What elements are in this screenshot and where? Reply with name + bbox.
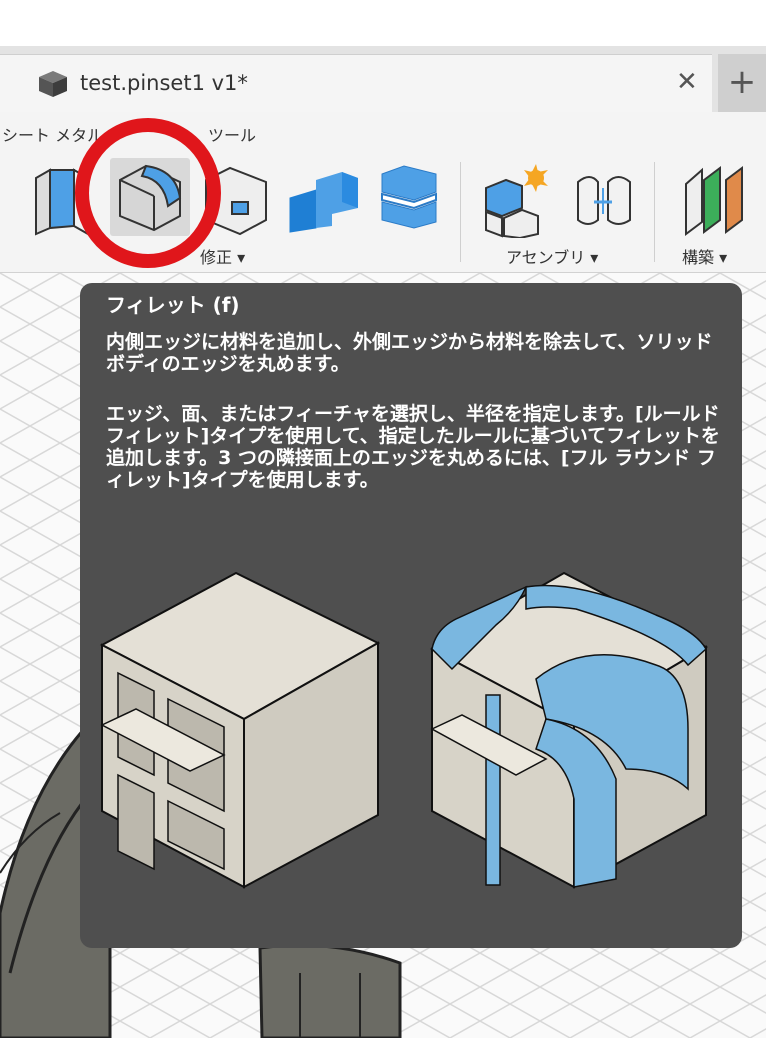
new-tab-button[interactable]: +: [718, 54, 766, 112]
red-annotation-circle: [75, 118, 221, 268]
tooltip-title: フィレット (f): [106, 293, 240, 317]
cube-before-illustration: [99, 571, 381, 889]
document-tab[interactable]: test.pinset1 v1* ✕: [0, 54, 712, 113]
combine-icon[interactable]: [286, 168, 362, 234]
fillet-tooltip: フィレット (f) 内側エッジに材料を追加し、外側エッジから材料を除去して、ソリ…: [80, 283, 742, 948]
offset-plane-icon[interactable]: [680, 164, 766, 238]
close-tab-icon[interactable]: ✕: [676, 67, 698, 97]
rigid-group-icon[interactable]: [570, 168, 636, 234]
model-cube-icon: [39, 71, 67, 97]
assemble-group-label[interactable]: アセンブリ ▾: [506, 244, 598, 268]
cube-after-illustration: [429, 571, 709, 889]
toolbar-separator: [654, 162, 655, 262]
construct-group-label[interactable]: 構築 ▾: [682, 244, 727, 268]
joint-icon[interactable]: [482, 164, 552, 238]
window-top-strip: [0, 0, 766, 46]
toolbar-separator: [460, 162, 461, 262]
offset-face-icon[interactable]: [374, 164, 444, 230]
tooltip-instructions: エッジ、面、またはフィーチャを選択し、半径を指定します。[ルールド フィレット]…: [106, 403, 720, 491]
document-tab-bar: test.pinset1 v1* ✕ +: [0, 46, 766, 113]
document-tab-title: test.pinset1 v1*: [80, 71, 248, 95]
tooltip-description: 内側エッジに材料を追加し、外側エッジから材料を除去して、ソリッド ボディのエッジ…: [106, 331, 713, 375]
